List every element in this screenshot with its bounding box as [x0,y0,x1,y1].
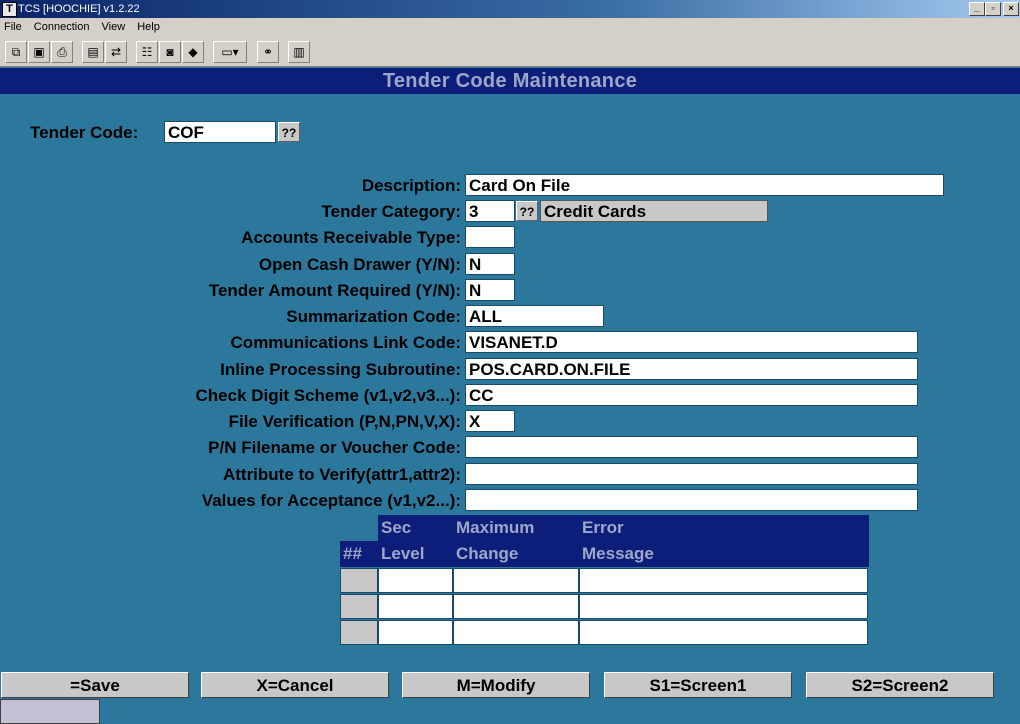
file-verification-field[interactable]: X [465,410,515,432]
grid-cell-error-message[interactable] [579,568,868,593]
grid-rownum-1[interactable] [340,568,378,593]
open-cash-drawer-label: Open Cash Drawer (Y/N): [258,255,461,274]
screen-title: Tender Code Maintenance [0,68,1020,94]
screen2-button[interactable]: S2=Screen2 [806,672,994,698]
menu-connection[interactable]: Connection [30,18,95,37]
summarization-code-field[interactable]: ALL [465,305,604,327]
minimize-button[interactable]: _ [969,2,985,16]
menu-bar: File Connection View Help [0,18,1020,37]
grid-cell-max-change[interactable] [453,568,579,593]
grid-cell-error-message[interactable] [579,594,868,619]
tender-category-field[interactable]: 3 [465,200,515,222]
grid-cell-sec-level[interactable] [378,568,453,593]
open-cash-drawer-field[interactable]: N [465,253,515,275]
file-verification-label: File Verification (P,N,PN,V,X): [228,412,461,431]
grid-header-change: Change [453,541,579,567]
grid-rownum-2[interactable] [340,594,378,619]
attribute-to-verify-field[interactable] [465,463,918,485]
inline-processing-subroutine-field[interactable]: POS.CARD.ON.FILE [465,358,918,380]
values-for-acceptance-field[interactable] [465,489,918,511]
grid-rownum-header: ## [340,541,378,567]
grid-header-message: Message [579,541,869,567]
tender-code-lookup-button[interactable]: ?? [278,122,300,142]
monitor-icon[interactable]: ◙ [159,41,181,63]
description-label: Description: [361,176,461,195]
cancel-button[interactable]: X=Cancel [201,672,389,698]
tender-amount-required-label: Tender Amount Required (Y/N): [208,281,461,300]
attribute-to-verify-label: Attribute to Verify(attr1,attr2): [222,465,461,484]
menu-file[interactable]: File [0,18,27,37]
tender-category-description: Credit Cards [540,200,768,222]
values-for-acceptance-label: Values for Acceptance (v1,v2...): [201,491,461,510]
summarization-code-label: Summarization Code: [286,307,461,326]
tender-category-lookup-button[interactable]: ?? [516,201,538,221]
restore-button[interactable]: ▫ [985,2,1001,16]
screen1-button[interactable]: S1=Screen1 [604,672,792,698]
ar-type-label: Accounts Receivable Type: [241,228,461,247]
grid-cell-sec-level[interactable] [378,620,453,645]
pn-filename-label: P/N Filename or Voucher Code: [208,438,461,457]
connect-icon[interactable]: ⇄ [105,41,127,63]
tender-code-label: Tender Code: [30,123,139,142]
grid-cell-sec-level[interactable] [378,594,453,619]
ar-type-field[interactable] [465,226,515,248]
window-dropdown-icon[interactable]: ▭▾ [213,41,247,63]
tender-amount-required-field[interactable]: N [465,279,515,301]
communications-link-code-field[interactable]: VISANET.D [465,331,918,353]
print-icon[interactable]: ⎙ [51,41,73,63]
menu-help[interactable]: Help [133,18,165,37]
copy-icon[interactable]: ⧉ [5,41,27,63]
grid-cell-max-change[interactable] [453,594,579,619]
modify-button[interactable]: M=Modify [402,672,590,698]
book-icon[interactable]: ◆ [182,41,204,63]
communications-link-code-label: Communications Link Code: [230,333,461,352]
grid-cell-max-change[interactable] [453,620,579,645]
description-field[interactable]: Card On File [465,174,944,196]
save-button[interactable]: =Save [1,672,189,698]
app-icon: T [2,2,17,17]
close-button[interactable]: × [1003,2,1019,16]
check-digit-scheme-field[interactable]: CC [465,384,918,406]
grid-header-maximum: Maximum [453,515,579,541]
grid-header-level: Level [378,541,453,567]
window-title: TCS [HOOCHIE] v1.2.22 [18,3,140,15]
grid-header-sec: Sec [378,515,453,541]
status-indicator [0,699,100,724]
check-digit-scheme-label: Check Digit Scheme (v1,v2,v3...): [195,386,462,405]
tender-category-label: Tender Category: [321,202,462,221]
chart-icon[interactable]: ▥ [288,41,310,63]
grid-header-error: Error [579,515,869,541]
inline-processing-subroutine-label: Inline Processing Subroutine: [220,360,461,379]
properties-icon[interactable]: ☷ [136,41,158,63]
pn-filename-field[interactable] [465,436,918,458]
tender-code-field[interactable]: COF [164,121,276,143]
grid-cell-error-message[interactable] [579,620,868,645]
menu-view[interactable]: View [98,18,131,37]
toolbar: ⧉ ▣ ⎙ ▤ ⇄ ☷ ◙ ◆ ▭▾ ⚭ ▥ [0,37,1020,67]
save-icon[interactable]: ▣ [28,41,50,63]
network-icon[interactable]: ⚭ [257,41,279,63]
grid-rownum-3[interactable] [340,620,378,645]
lock-icon[interactable]: ▤ [82,41,104,63]
window-title-bar: T TCS [HOOCHIE] v1.2.22 _ ▫ × [0,0,1020,18]
